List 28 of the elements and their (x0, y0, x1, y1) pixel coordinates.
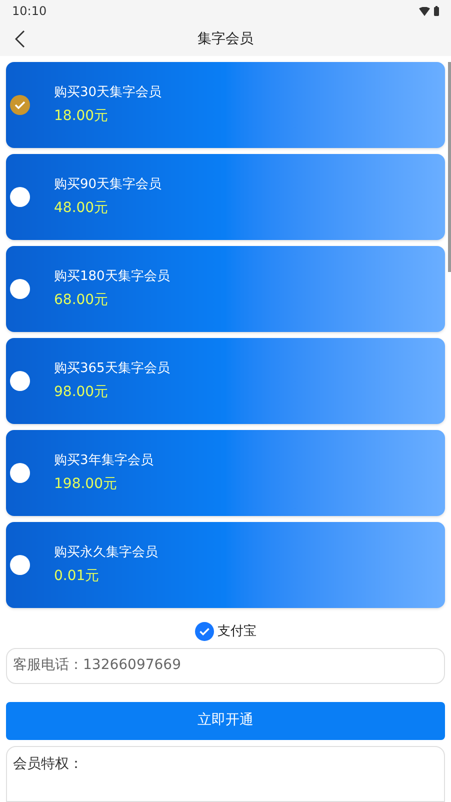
plan-card[interactable]: 购买3年集字会员 198.00元 (6, 430, 445, 516)
plan-card[interactable]: 购买30天集字会员 18.00元 (6, 62, 445, 148)
privileges-title: 会员特权： (13, 756, 83, 772)
plan-card[interactable]: 购买永久集字会员 0.01元 (6, 522, 445, 608)
plan-price: 0.01元 (54, 567, 100, 586)
wifi-icon (419, 6, 430, 16)
plan-price: 18.00元 (54, 107, 110, 126)
service-phone-field: 客服电话：13266097669 (6, 648, 445, 684)
plan-name: 购买30天集字会员 (54, 84, 162, 102)
submit-button[interactable]: 立即开通 (6, 702, 445, 740)
plan-price: 68.00元 (54, 291, 110, 310)
payment-check-icon[interactable] (194, 622, 214, 642)
plan-price: 198.00元 (54, 475, 118, 494)
plan-card[interactable]: 购买90天集字会员 48.00元 (6, 154, 445, 240)
plan-name: 购买永久集字会员 (54, 544, 158, 562)
plan-name: 购买365天集字会员 (54, 360, 170, 378)
back-icon (15, 30, 25, 48)
page-title: 集字会员 (198, 30, 254, 48)
plan-name: 购买3年集字会员 (54, 452, 154, 470)
plan-price: 48.00元 (54, 199, 110, 218)
battery-icon (434, 6, 439, 16)
plan-price: 98.00元 (54, 383, 110, 402)
payment-label: 支付宝 (218, 623, 256, 641)
status-time: 10:10 (12, 3, 47, 20)
plan-name: 购买90天集字会员 (54, 176, 162, 194)
plan-name: 购买180天集字会员 (54, 268, 170, 286)
plan-card[interactable]: 购买180天集字会员 68.00元 (6, 246, 445, 332)
plan-card[interactable]: 购买365天集字会员 98.00元 (6, 338, 445, 424)
